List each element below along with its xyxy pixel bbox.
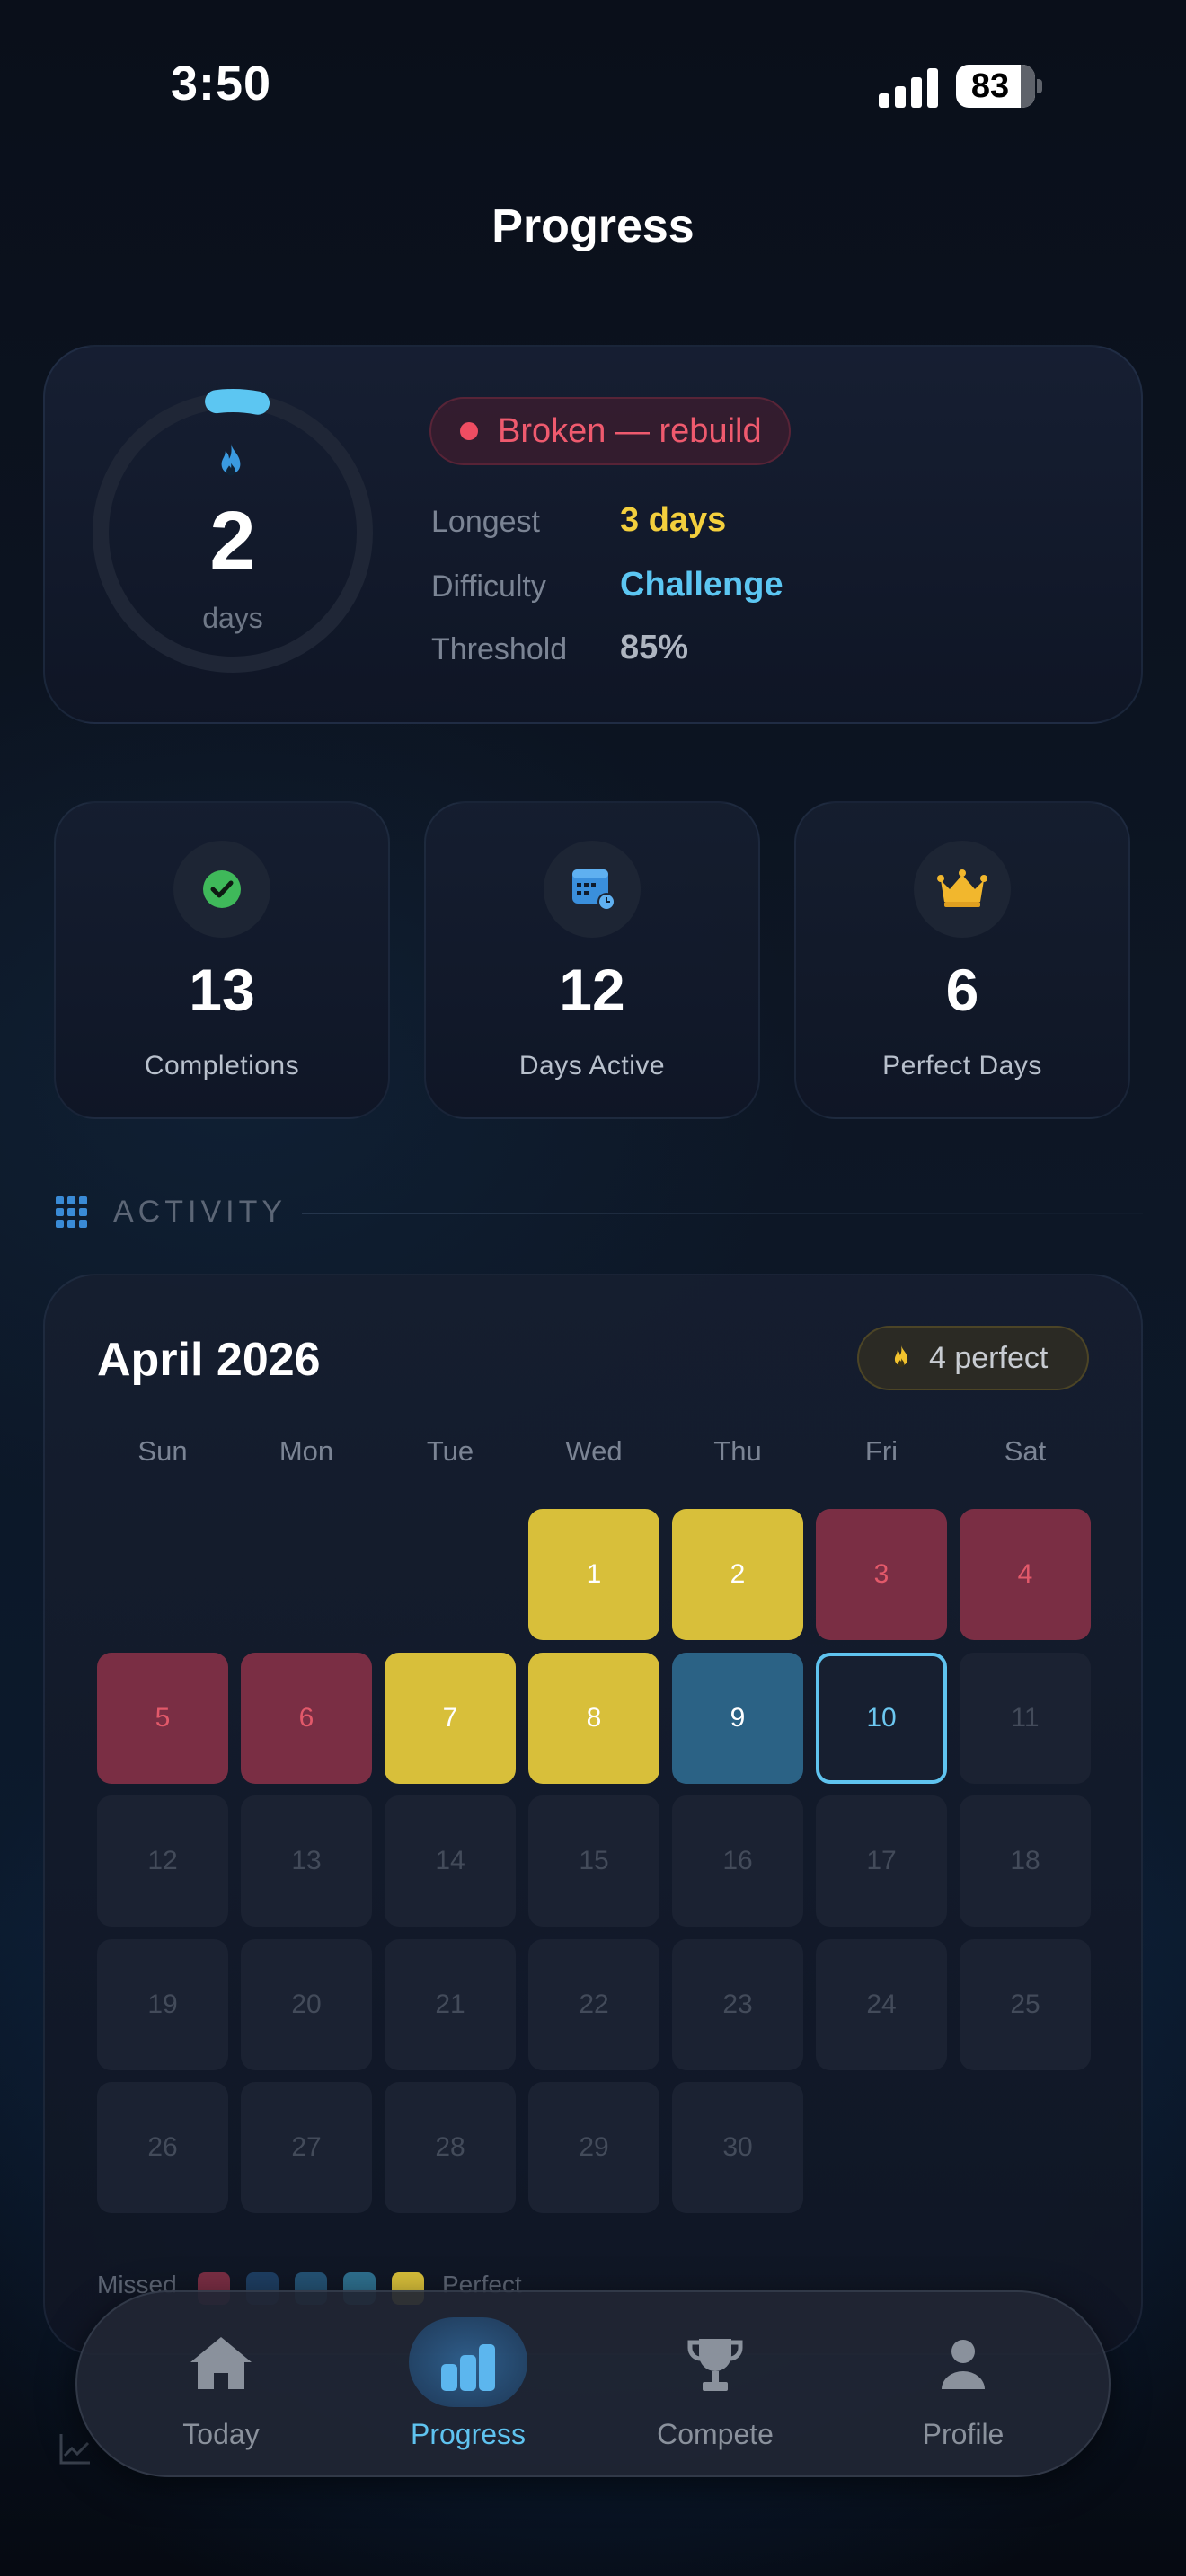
activity-section-title: ACTIVITY bbox=[113, 1195, 288, 1229]
calendar-day[interactable]: 12 bbox=[97, 1795, 228, 1927]
threshold-value: 85% bbox=[620, 629, 689, 666]
home-icon bbox=[190, 2337, 252, 2389]
crown-icon bbox=[937, 869, 987, 907]
section-divider bbox=[302, 1213, 1143, 1214]
calendar-day[interactable]: 2 bbox=[672, 1509, 803, 1640]
calendar-day[interactable]: 5 bbox=[97, 1653, 228, 1784]
calendar-day[interactable]: 15 bbox=[528, 1795, 659, 1927]
difficulty-value: Challenge bbox=[620, 566, 783, 604]
calendar-day[interactable]: 26 bbox=[97, 2082, 228, 2213]
calendar-day[interactable]: 6 bbox=[241, 1653, 372, 1784]
weekday-label: Sat bbox=[1004, 1435, 1047, 1467]
calendar-month: April 2026 bbox=[97, 1334, 321, 1386]
line-chart-icon bbox=[59, 2434, 90, 2465]
bar-chart-icon bbox=[441, 2344, 495, 2391]
streak-unit: days bbox=[202, 602, 263, 634]
calendar-day[interactable]: 4 bbox=[960, 1509, 1091, 1640]
perfect-days-label: Perfect Days bbox=[882, 1051, 1042, 1081]
nav-label-progress: Progress bbox=[410, 2418, 527, 2450]
calendar-day[interactable]: 19 bbox=[97, 1939, 228, 2070]
nav-item-today[interactable]: Today bbox=[119, 2308, 323, 2461]
days-active-label: Days Active bbox=[518, 1051, 666, 1081]
weekday-label: Sun bbox=[137, 1435, 188, 1467]
perfect-days-value: 6 bbox=[945, 957, 979, 1023]
streak-status-text: Broken — rebuild bbox=[498, 412, 762, 450]
longest-value: 3 days bbox=[620, 501, 727, 539]
grid-icon bbox=[56, 1196, 88, 1229]
nav-item-profile[interactable]: Profile bbox=[861, 2308, 1066, 2461]
calendar-day[interactable]: 9 bbox=[672, 1653, 803, 1784]
calendar-day[interactable]: 3 bbox=[816, 1509, 947, 1640]
calendar-day[interactable]: 23 bbox=[672, 1939, 803, 2070]
nav-label-compete: Compete bbox=[657, 2418, 774, 2450]
calendar-day[interactable]: 20 bbox=[241, 1939, 372, 2070]
calendar-day[interactable]: 25 bbox=[960, 1939, 1091, 2070]
calendar-day[interactable]: 29 bbox=[528, 2082, 659, 2213]
calendar-day[interactable]: 13 bbox=[241, 1795, 372, 1927]
perfect-count-badge: 4 perfect bbox=[857, 1326, 1089, 1390]
weekday-label: Fri bbox=[864, 1435, 898, 1467]
streak-status-badge: Broken — rebuild bbox=[429, 397, 791, 465]
nav-item-progress[interactable]: Progress bbox=[366, 2308, 571, 2461]
calendar-day[interactable]: 11 bbox=[960, 1653, 1091, 1784]
cellular-signal-icon bbox=[879, 66, 940, 108]
calendar-day[interactable]: 8 bbox=[528, 1653, 659, 1784]
weekday-label: Mon bbox=[279, 1435, 334, 1467]
difficulty-label: Difficulty bbox=[431, 569, 546, 604]
longest-label: Longest bbox=[431, 505, 540, 539]
trophy-icon bbox=[687, 2339, 743, 2391]
battery-icon: 83 bbox=[956, 65, 1042, 108]
calendar-day[interactable]: 21 bbox=[385, 1939, 516, 2070]
person-icon bbox=[942, 2340, 985, 2389]
calendar-day[interactable]: 24 bbox=[816, 1939, 947, 2070]
nav-label-profile: Profile bbox=[922, 2418, 1005, 2450]
calendar-icon bbox=[572, 869, 615, 911]
perfect-count-text: 4 perfect bbox=[929, 1341, 1049, 1375]
days-active-icon-bg bbox=[544, 841, 641, 938]
perfect-days-icon-bg bbox=[914, 841, 1011, 938]
threshold-label: Threshold bbox=[431, 632, 568, 666]
streak-count: 2 bbox=[209, 495, 256, 587]
battery-level: 83 bbox=[970, 67, 1010, 105]
page-title: Progress bbox=[491, 200, 695, 252]
weekday-label: Wed bbox=[565, 1435, 623, 1467]
days-active-value: 12 bbox=[559, 957, 625, 1023]
flame-icon bbox=[894, 1345, 908, 1367]
calendar-day[interactable]: 27 bbox=[241, 2082, 372, 2213]
calendar-day[interactable]: 17 bbox=[816, 1795, 947, 1927]
calendar-day[interactable]: 14 bbox=[385, 1795, 516, 1927]
calendar-day[interactable]: 18 bbox=[960, 1795, 1091, 1927]
calendar-day[interactable]: 7 bbox=[385, 1653, 516, 1784]
nav-label-today: Today bbox=[182, 2418, 260, 2450]
weekday-label: Thu bbox=[713, 1435, 762, 1467]
completions-value: 13 bbox=[189, 957, 255, 1023]
check-circle-icon bbox=[203, 870, 241, 908]
completions-label: Completions bbox=[144, 1051, 300, 1081]
calendar-day[interactable]: 1 bbox=[528, 1509, 659, 1640]
calendar-day[interactable]: 28 bbox=[385, 2082, 516, 2213]
calendar-day[interactable]: 22 bbox=[528, 1939, 659, 2070]
calendar-day-today[interactable]: 10 bbox=[816, 1653, 947, 1784]
flame-icon bbox=[221, 444, 241, 476]
status-dot-icon bbox=[460, 422, 478, 440]
calendar-day[interactable]: 30 bbox=[672, 2082, 803, 2213]
weekday-label: Tue bbox=[426, 1435, 474, 1467]
calendar-day[interactable]: 16 bbox=[672, 1795, 803, 1927]
nav-item-compete[interactable]: Compete bbox=[613, 2308, 818, 2461]
completions-icon-bg bbox=[173, 841, 270, 938]
status-time: 3:50 bbox=[171, 57, 272, 110]
